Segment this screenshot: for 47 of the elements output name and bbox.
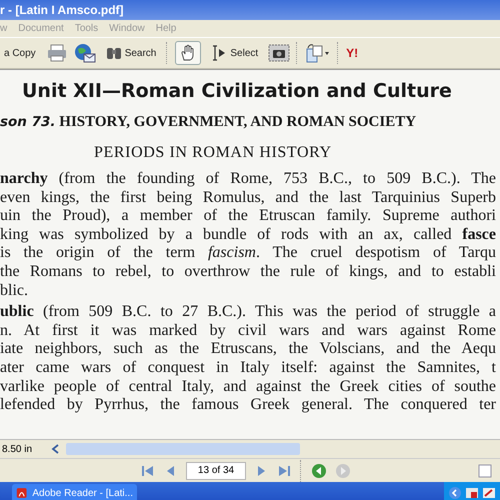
menu-item[interactable]: Window	[109, 23, 145, 34]
binoculars-icon	[106, 45, 122, 61]
search-button[interactable]: Search	[102, 42, 160, 64]
window-title: r - [Latin I Amsco.pdf]	[0, 3, 124, 17]
tray-app-icon[interactable]	[482, 486, 496, 500]
text-line: iate neighbors, such as the Etruscans, the Volscians, and the Aequ	[0, 340, 496, 359]
text-line: blic.	[0, 282, 29, 300]
horizontal-scrollbar[interactable]	[50, 442, 300, 456]
tray-app-icon[interactable]	[465, 486, 479, 500]
last-page-icon[interactable]	[276, 464, 292, 478]
app-icon	[16, 486, 28, 500]
print-icon[interactable]	[46, 43, 68, 63]
menu-item[interactable]: Help	[156, 23, 176, 34]
text-line: even kings, the first being Romulus, and the last Tarquinius Superb	[0, 188, 496, 208]
copy-button[interactable]: a Copy	[0, 44, 40, 62]
text-line: ater came wars of conquest in Italy itself: against the Samnites, t	[0, 358, 496, 378]
back-icon[interactable]	[311, 462, 327, 478]
rotate-pages-icon[interactable]	[305, 43, 332, 63]
menu-item[interactable]: Document	[18, 23, 64, 34]
yahoo-logo[interactable]: Y!	[346, 46, 358, 60]
lesson-title: HISTORY, GOVERNMENT, AND ROMAN SOCIETY	[59, 114, 416, 130]
globe-mail-icon[interactable]	[74, 43, 96, 63]
text-line: the Romans to rebel, to overthrow the rule of kings, and to establi	[0, 262, 496, 282]
scrollbar-thumb[interactable]	[66, 443, 300, 455]
menu-item[interactable]: Tools	[74, 23, 98, 34]
text-line: varlike people of central Italy, and against the Greek cities of southe	[0, 378, 496, 396]
page-layout-icon[interactable]	[478, 464, 492, 478]
text-line: uin the Proud), a member of the Etruscan family. Supreme authori	[0, 207, 496, 226]
text-line: is the origin of the term fascism. The cruel despotism of Tarqu	[0, 244, 496, 263]
text-line: ublic (from 509 B.C. to 27 B.C.). This was the period of struggle a	[0, 303, 496, 322]
page-number-field[interactable]: 13 of 34	[186, 462, 246, 480]
hand-tool-button[interactable]	[175, 41, 202, 65]
menu-item[interactable]: w	[0, 23, 8, 34]
unit-heading: Unit XII—Roman Civilization and Culture	[22, 80, 453, 102]
first-page-icon[interactable]	[140, 464, 156, 478]
camera-icon[interactable]	[268, 43, 290, 63]
lesson-number: son 73.	[0, 114, 56, 130]
text-line: n. At first it was marked by civil wars and wars against Rome	[0, 322, 496, 340]
text-cursor-icon	[211, 44, 228, 62]
text-line: king was symbolized by a bundle of rods with an ax, called fasce	[0, 226, 496, 244]
text-line: lefended by Pyrrhus, the famous Greek general. The conquered ter	[0, 396, 496, 415]
taskbar-button[interactable]: Adobe Reader - [Lati...	[12, 484, 137, 500]
page-size-text: 8.50 in	[1, 444, 32, 454]
section-title: PERIODS IN ROMAN HISTORY	[94, 144, 333, 162]
chevron-icon[interactable]	[448, 486, 462, 500]
text-line: narchy (from the founding of Rome, 753 B.C., to 509 B.C.). The	[0, 170, 496, 189]
select-tool-button[interactable]: Select	[207, 41, 262, 65]
